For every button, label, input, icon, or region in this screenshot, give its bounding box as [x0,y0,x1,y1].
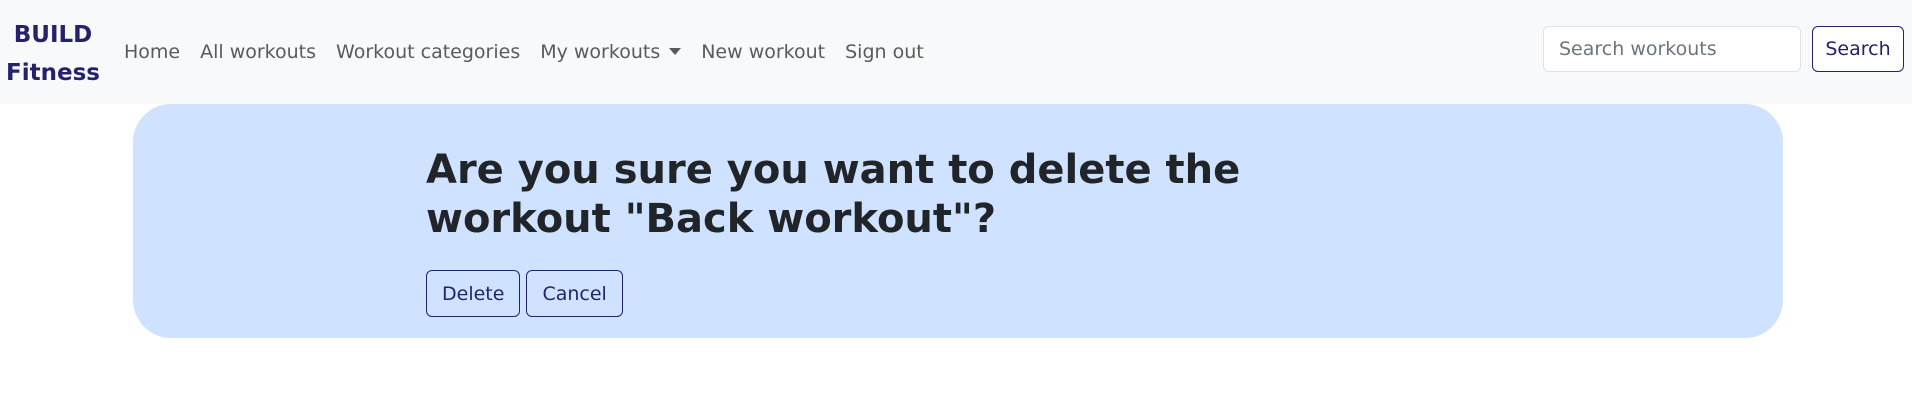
brand-logo[interactable]: BUILD Fitness [0,16,106,92]
brand-line-2: Fitness [6,60,100,86]
nav-link-all-workouts[interactable]: All workouts [190,41,326,63]
navbar: BUILD Fitness Home All workouts Workout … [0,0,1912,104]
confirm-actions: Delete Cancel [426,270,623,317]
nav-link-home[interactable]: Home [114,41,190,63]
nav-dropdown-my-workouts[interactable]: My workouts [530,41,691,63]
confirm-delete-heading: Are you sure you want to delete the work… [426,147,1241,242]
cancel-button[interactable]: Cancel [526,270,623,317]
delete-button[interactable]: Delete [426,270,521,317]
nav-links: Home All workouts Workout categories My … [114,0,934,104]
search-button[interactable]: Search [1812,26,1904,72]
nav-link-workout-categories[interactable]: Workout categories [326,41,530,63]
caret-down-icon [669,48,682,55]
search-form: Search [1543,26,1904,72]
nav-link-new-workout[interactable]: New workout [691,41,835,63]
nav-dropdown-my-workouts-label: My workouts [540,41,661,63]
nav-link-sign-out[interactable]: Sign out [835,41,934,63]
search-input[interactable] [1543,26,1801,72]
brand-line-1: BUILD [13,22,93,48]
